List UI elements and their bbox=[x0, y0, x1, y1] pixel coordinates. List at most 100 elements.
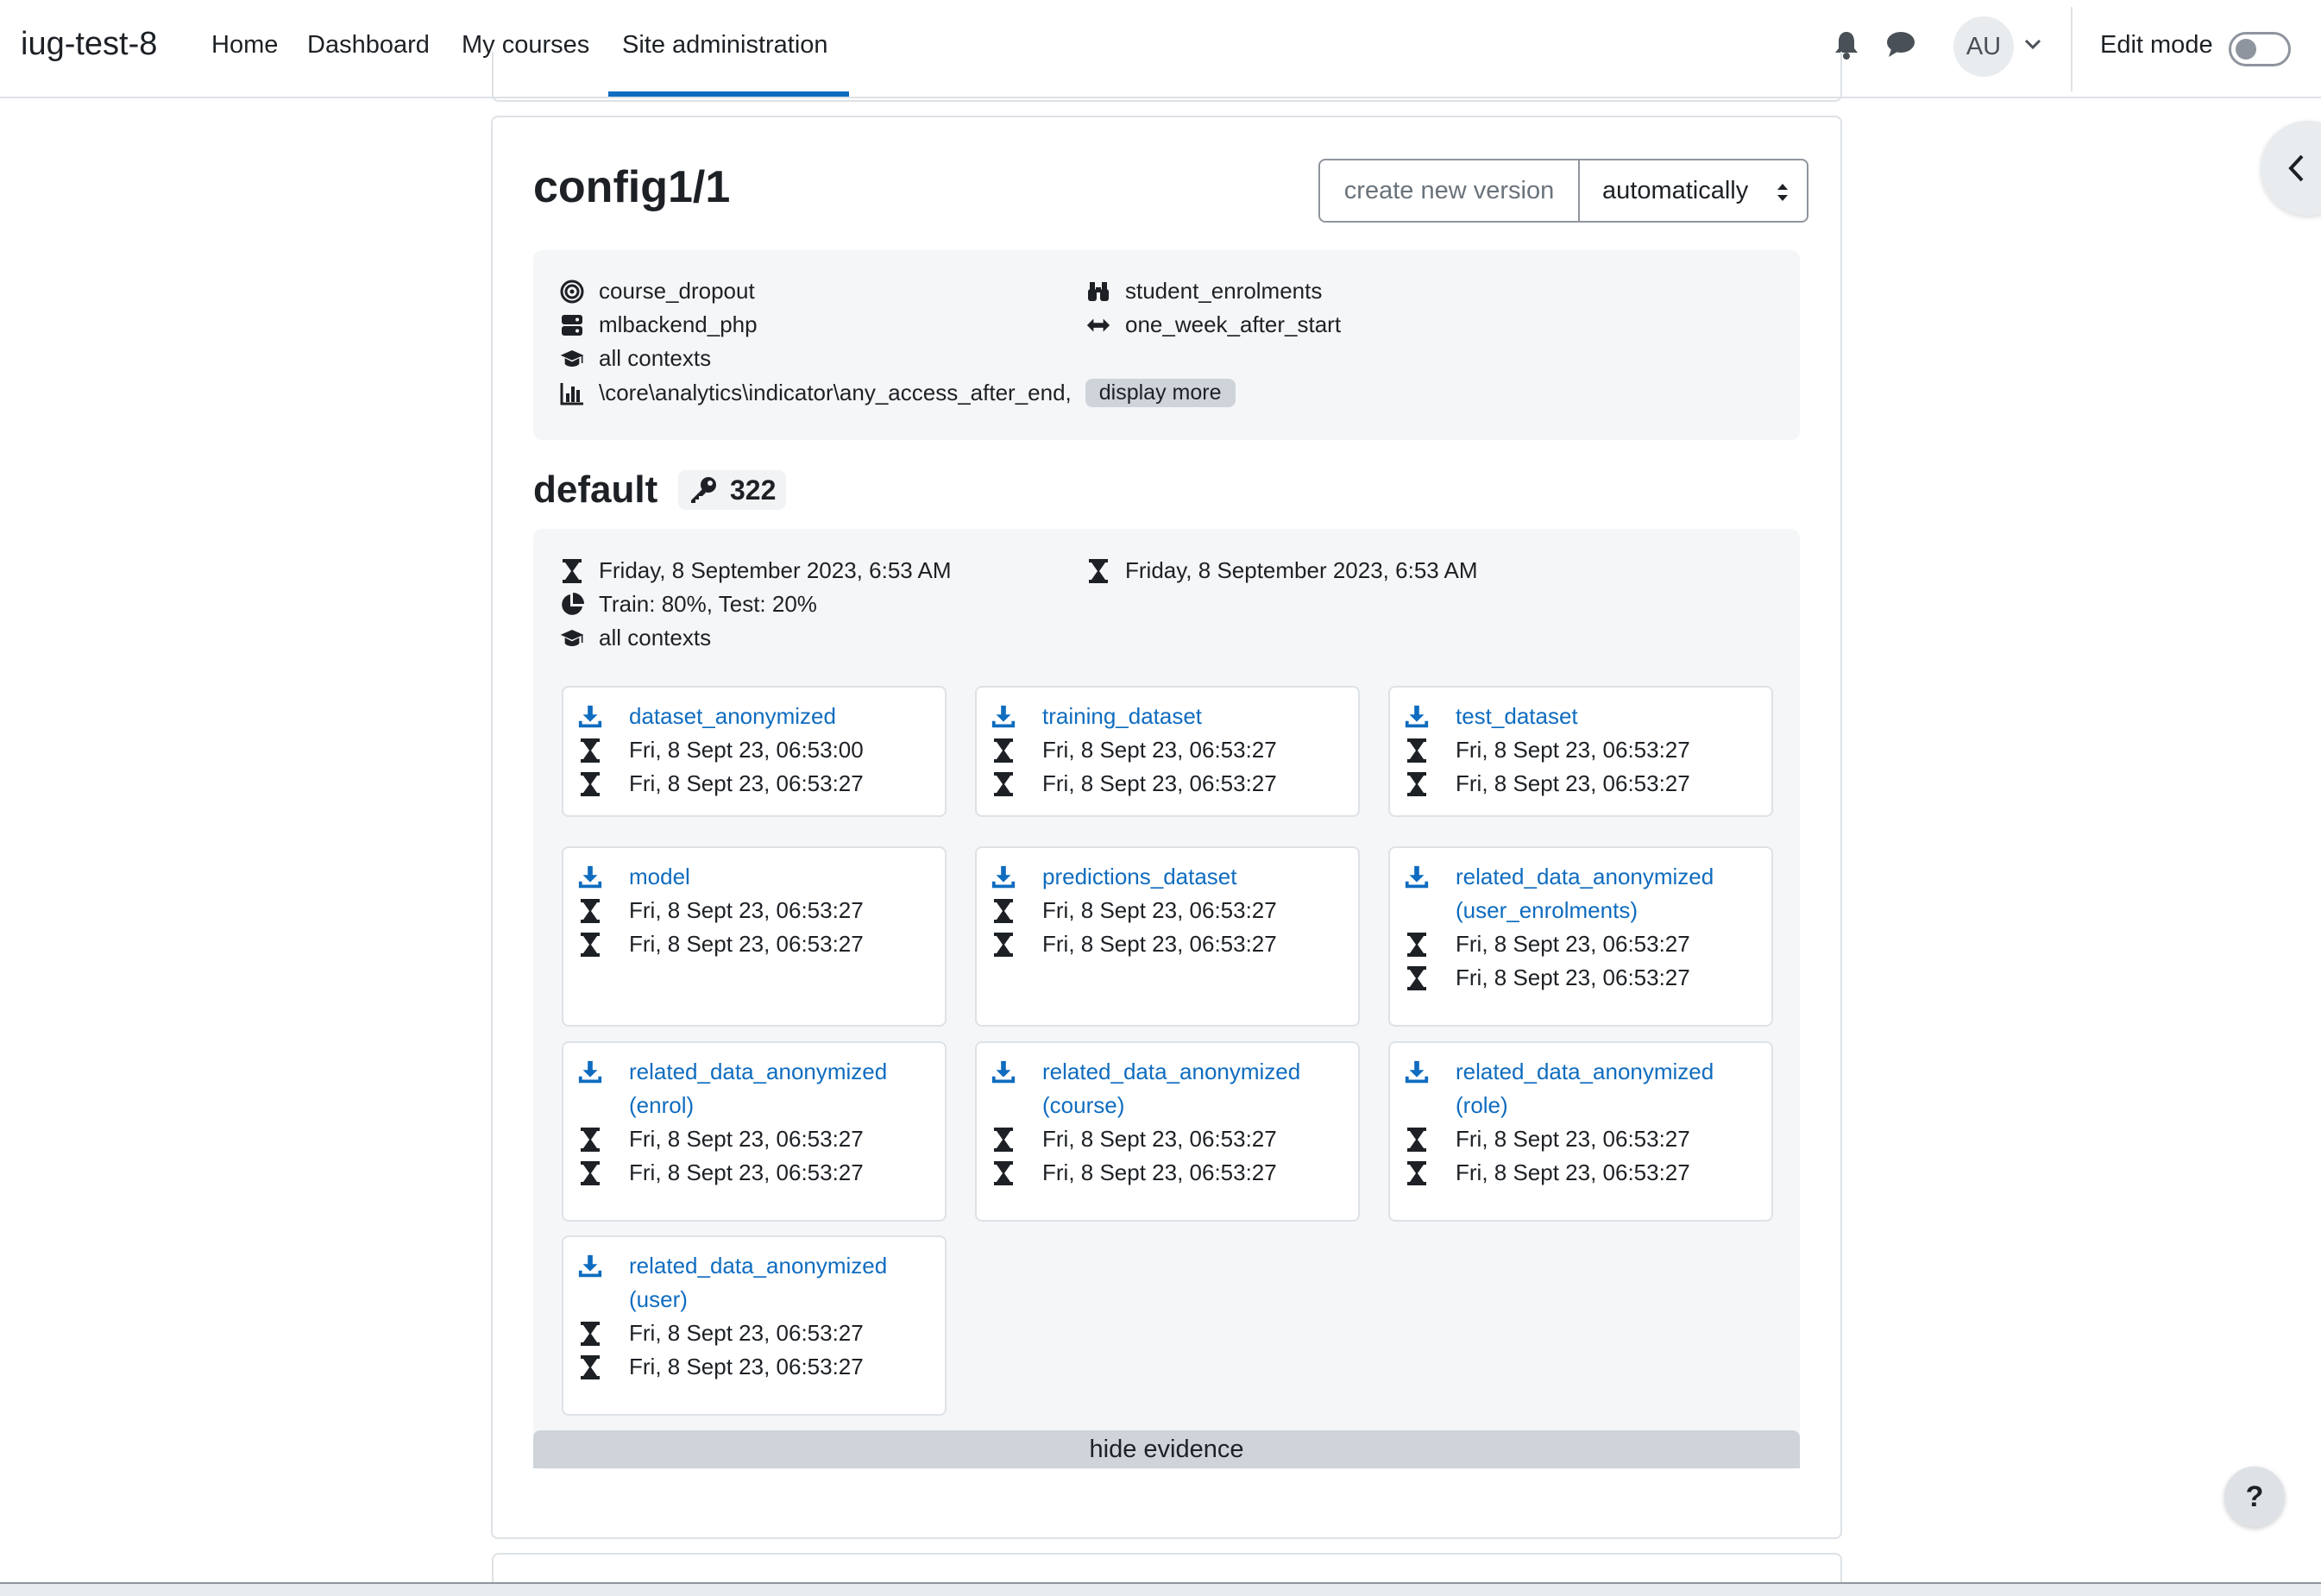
hourglass-start-icon bbox=[577, 898, 603, 924]
evidence-file-link[interactable]: related_data_anonymized bbox=[1042, 1059, 1300, 1085]
pie-chart-icon bbox=[559, 592, 585, 618]
version-split-value: Train: 80%, Test: 20% bbox=[599, 591, 817, 617]
chat-bubble-icon[interactable] bbox=[1886, 30, 1915, 62]
version-modified-value: Friday, 8 September 2023, 6:53 AM bbox=[1125, 557, 1478, 583]
evidence-end-time: Fri, 8 Sept 23, 06:53:27 bbox=[1042, 1159, 1277, 1185]
evidence-file-link[interactable]: dataset_anonymized bbox=[629, 703, 836, 730]
evidence-end-time: Fri, 8 Sept 23, 06:53:27 bbox=[1042, 770, 1277, 796]
binoculars-icon bbox=[1085, 279, 1111, 305]
evidence-file-qualifier[interactable]: (user_enrolments) bbox=[1456, 897, 1638, 924]
hide-evidence-button[interactable]: hide evidence bbox=[533, 1430, 1800, 1468]
open-drawer-button[interactable] bbox=[2261, 121, 2321, 216]
bar-chart-icon bbox=[559, 380, 585, 406]
evidence-file-link[interactable]: predictions_dataset bbox=[1042, 864, 1236, 890]
version-modified-row: Friday, 8 September 2023, 6:53 AM bbox=[1085, 557, 1478, 584]
version-created-row: Friday, 8 September 2023, 6:53 AM bbox=[559, 557, 952, 584]
chevron-down-icon[interactable] bbox=[2024, 38, 2041, 54]
hourglass-end-icon bbox=[991, 1160, 1016, 1186]
nav-home[interactable]: Home bbox=[211, 31, 278, 60]
evidence-start-time: Fri, 8 Sept 23, 06:53:27 bbox=[629, 1320, 864, 1346]
indicators-value: \core\analytics\indicator\any_access_aft… bbox=[599, 380, 1072, 405]
evidence-end-time: Fri, 8 Sept 23, 06:53:27 bbox=[1456, 770, 1690, 796]
server-icon bbox=[559, 312, 585, 338]
evidence-file-card: related_data_anonymized (role) Fri, 8 Sept… bbox=[1388, 1041, 1773, 1222]
graduation-cap-icon bbox=[559, 625, 585, 651]
evidence-end-time: Fri, 8 Sept 23, 06:53:27 bbox=[1042, 931, 1277, 957]
hourglass-end-icon bbox=[577, 1160, 603, 1186]
evidence-file-card: test_dataset Fri, 8 Sept 23, 06:53:27 Fri,… bbox=[1388, 686, 1773, 817]
download-icon[interactable] bbox=[577, 864, 603, 890]
evidence-end-time: Fri, 8 Sept 23, 06:53:27 bbox=[629, 931, 864, 957]
indicators-row: \core\analytics\indicator\any_access_aft… bbox=[559, 379, 1236, 407]
evidence-file-link[interactable]: model bbox=[629, 864, 690, 890]
evidence-file-card: model Fri, 8 Sept 23, 06:53:27 Fri, 8 Sept… bbox=[562, 846, 947, 1027]
hourglass-start-icon bbox=[577, 1127, 603, 1153]
download-icon[interactable] bbox=[991, 1059, 1016, 1085]
hourglass-start-icon bbox=[577, 1321, 603, 1347]
hourglass-start-icon bbox=[991, 898, 1016, 924]
evidence-file-qualifier[interactable]: (enrol) bbox=[629, 1092, 694, 1119]
evidence-file-qualifier[interactable]: (user) bbox=[629, 1286, 688, 1313]
backend-row: mlbackend_php bbox=[559, 311, 758, 338]
version-contexts-value: all contexts bbox=[599, 625, 712, 650]
model-title: config1/1 bbox=[533, 162, 731, 212]
evidence-start-time: Fri, 8 Sept 23, 06:53:27 bbox=[1042, 897, 1277, 923]
version-count: 322 bbox=[730, 474, 777, 506]
evidence-file-card: predictions_dataset Fri, 8 Sept 23, 06:53… bbox=[975, 846, 1360, 1027]
chevron-left-icon bbox=[2288, 154, 2304, 182]
arrows-horizontal-icon bbox=[1085, 312, 1111, 338]
download-icon[interactable] bbox=[1404, 704, 1430, 730]
window-bottom-edge bbox=[0, 1582, 2321, 1596]
evidence-file-link[interactable]: related_data_anonymized bbox=[1456, 864, 1714, 890]
site-name[interactable]: iug-test-8 bbox=[21, 26, 157, 63]
evidence-file-qualifier[interactable]: (course) bbox=[1042, 1092, 1124, 1119]
version-split-row: Train: 80%, Test: 20% bbox=[559, 591, 817, 618]
evidence-file-link[interactable]: related_data_anonymized bbox=[1456, 1059, 1714, 1085]
hourglass-end-icon bbox=[991, 932, 1016, 958]
hourglass-end-icon bbox=[1404, 965, 1430, 991]
download-icon[interactable] bbox=[1404, 864, 1430, 890]
previous-card-edge bbox=[492, 52, 1842, 102]
evidence-end-time: Fri, 8 Sept 23, 06:53:27 bbox=[1456, 965, 1690, 990]
evidence-file-link[interactable]: training_dataset bbox=[1042, 703, 1202, 730]
evidence-file-qualifier[interactable]: (role) bbox=[1456, 1092, 1508, 1119]
evidence-file-card: dataset_anonymized Fri, 8 Sept 23, 06:53:… bbox=[562, 686, 947, 817]
graduation-cap-icon bbox=[559, 346, 585, 372]
version-select-value: automatically bbox=[1602, 176, 1749, 204]
hourglass-start-icon bbox=[1404, 738, 1430, 763]
target-value: course_dropout bbox=[599, 278, 755, 304]
version-title: default bbox=[533, 468, 658, 511]
download-icon[interactable] bbox=[577, 704, 603, 730]
evidence-end-time: Fri, 8 Sept 23, 06:53:27 bbox=[629, 770, 864, 796]
version-contexts-row: all contexts bbox=[559, 625, 711, 651]
create-new-version-button[interactable]: create new version bbox=[1318, 159, 1580, 223]
nav-dashboard[interactable]: Dashboard bbox=[307, 31, 430, 60]
help-button[interactable]: ? bbox=[2224, 1467, 2285, 1527]
hourglass-start-icon bbox=[1404, 1127, 1430, 1153]
download-icon[interactable] bbox=[577, 1254, 603, 1279]
edit-mode-toggle[interactable] bbox=[2229, 32, 2291, 66]
analyser-value: student_enrolments bbox=[1125, 278, 1323, 304]
edit-mode-label: Edit mode bbox=[2100, 31, 2213, 59]
analyser-row: student_enrolments bbox=[1085, 278, 1322, 305]
evidence-file-link[interactable]: related_data_anonymized bbox=[629, 1253, 887, 1279]
evidence-start-time: Fri, 8 Sept 23, 06:53:27 bbox=[629, 1126, 864, 1152]
evidence-start-time: Fri, 8 Sept 23, 06:53:27 bbox=[1456, 737, 1690, 763]
user-avatar[interactable]: AU bbox=[1953, 16, 2014, 77]
display-more-button[interactable]: display more bbox=[1085, 379, 1236, 407]
evidence-file-link[interactable]: test_dataset bbox=[1456, 703, 1578, 730]
download-icon[interactable] bbox=[1404, 1059, 1430, 1085]
download-icon[interactable] bbox=[577, 1059, 603, 1085]
evidence-start-time: Fri, 8 Sept 23, 06:53:00 bbox=[629, 737, 864, 763]
hourglass-start-icon bbox=[991, 738, 1016, 763]
evidence-end-time: Fri, 8 Sept 23, 06:53:27 bbox=[1456, 1159, 1690, 1185]
hourglass-start-icon bbox=[1404, 932, 1430, 958]
evidence-start-time: Fri, 8 Sept 23, 06:53:27 bbox=[1456, 931, 1690, 957]
evidence-start-time: Fri, 8 Sept 23, 06:53:27 bbox=[1456, 1126, 1690, 1152]
download-icon[interactable] bbox=[991, 864, 1016, 890]
evidence-file-link[interactable]: related_data_anonymized bbox=[629, 1059, 887, 1085]
evidence-file-card: related_data_anonymized (user) Fri, 8 Sept… bbox=[562, 1235, 947, 1416]
hourglass-end-icon bbox=[577, 771, 603, 797]
version-select[interactable]: automatically bbox=[1578, 159, 1808, 223]
download-icon[interactable] bbox=[991, 704, 1016, 730]
